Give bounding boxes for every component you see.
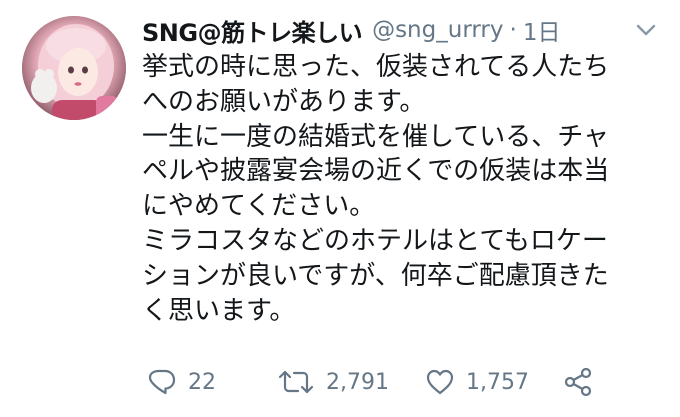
tweet-timestamp[interactable]: 1日	[523, 13, 561, 47]
user-handle[interactable]: @sng_urrry	[372, 17, 503, 43]
retweet-count: 2,791	[326, 369, 389, 395]
tweet-text-line: ミラコスタなどのホテルはとてもロケー	[142, 225, 608, 256]
tweet-text-line: 一生に一度の結婚式を催している、チャ	[142, 121, 609, 152]
heart-icon	[426, 369, 454, 395]
tweet-header: SNG@筋トレ楽しい @sng_urrry · 1日	[142, 12, 560, 48]
reply-count: 22	[188, 369, 216, 395]
retweet-button[interactable]: 2,791	[276, 362, 389, 402]
tweet-text-line: にやめてください。	[142, 191, 376, 222]
like-count: 1,757	[466, 369, 529, 395]
retweet-icon	[278, 370, 314, 394]
like-button[interactable]: 1,757	[424, 362, 529, 402]
tweet-text: 挙式の時に思った、仮装されてる人たち へのお願いがあります。 一生に一度の結婚式…	[142, 50, 662, 328]
reply-button[interactable]: 22	[146, 362, 216, 402]
tweet-text-line: く思います。	[142, 295, 296, 326]
share-icon	[564, 367, 592, 397]
separator-dot: ·	[509, 17, 517, 43]
tweet-text-line: 挙式の時に思った、仮装されてる人たち	[142, 52, 610, 82]
avatar-image	[22, 16, 126, 120]
share-button[interactable]	[562, 362, 594, 402]
reply-icon	[148, 369, 176, 395]
tweet-text-line: へのお願いがあります。	[142, 86, 426, 117]
display-name[interactable]: SNG@筋トレ楽しい	[142, 13, 363, 48]
tweet-actions: 22 2,791 1,757	[142, 362, 662, 402]
avatar[interactable]	[22, 16, 126, 120]
tweet[interactable]: SNG@筋トレ楽しい @sng_urrry · 1日 挙式の時に思った、仮装され…	[0, 0, 680, 417]
chevron-down-icon	[636, 24, 656, 36]
tweet-text-line: ペルや披露宴会場の近くでの仮装は本当	[142, 156, 610, 187]
tweet-text-line: ションが良いですが、何卒ご配慮頂きた	[142, 260, 609, 291]
tweet-menu-button[interactable]	[630, 14, 662, 46]
